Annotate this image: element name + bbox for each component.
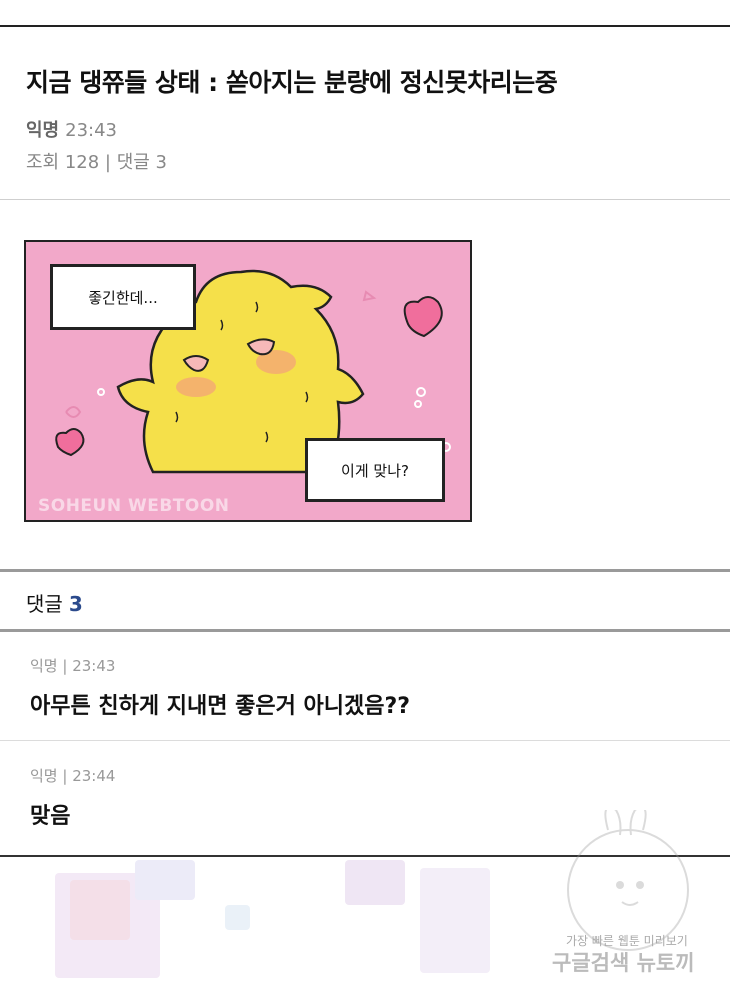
comic-panel-image: 좋긴한데... 이게 맞나? SOHEUN WEBTOON [24, 240, 472, 522]
comment-meta: 익명 | 23:44 [30, 767, 116, 785]
post-author[interactable]: 익명 [26, 120, 59, 141]
post-header: 지금 댕쮸들 상태 : 쏟아지는 분량에 정신못차리는중 익명 23:43 조회 … [0, 27, 730, 200]
post-stats: 조회 128 | 댓글 3 [26, 152, 167, 173]
post-title: 지금 댕쮸들 상태 : 쏟아지는 분량에 정신못차리는중 [26, 68, 558, 97]
post-meta-author: 익명 23:43 [26, 116, 117, 142]
blurred-content [420, 868, 490, 973]
comment-text: 맞음 [30, 804, 71, 829]
divider [0, 569, 730, 572]
comments-label: 댓글 [26, 592, 63, 616]
heart-icon [403, 296, 443, 338]
comment-meta: 익명 | 23:43 [30, 657, 116, 675]
comic-watermark: SOHEUN WEBTOON [38, 496, 230, 516]
comments-count: 3 [68, 592, 83, 616]
comment-text: 아무튼 친하게 지내면 좋은거 아니겠음?? [30, 694, 411, 719]
comment-item: 익명 | 23:43 아무튼 친하게 지내면 좋은거 아니겠음?? [0, 632, 730, 740]
speech-bubble-bottom: 이게 맞나? [305, 438, 445, 502]
post-time: 23:43 [65, 120, 117, 141]
site-watermark-line2: 구글검색 뉴토끼 [552, 951, 695, 975]
blurred-content [345, 860, 405, 905]
blurred-content [135, 860, 195, 900]
speech-bubble-top: 좋긴한데... [50, 264, 196, 330]
heart-icon-small [55, 428, 85, 457]
blurred-content [70, 880, 130, 940]
divider [0, 199, 730, 200]
comments-header: 댓글 3 [26, 588, 83, 617]
divider [0, 740, 730, 741]
blurred-content [225, 905, 250, 930]
